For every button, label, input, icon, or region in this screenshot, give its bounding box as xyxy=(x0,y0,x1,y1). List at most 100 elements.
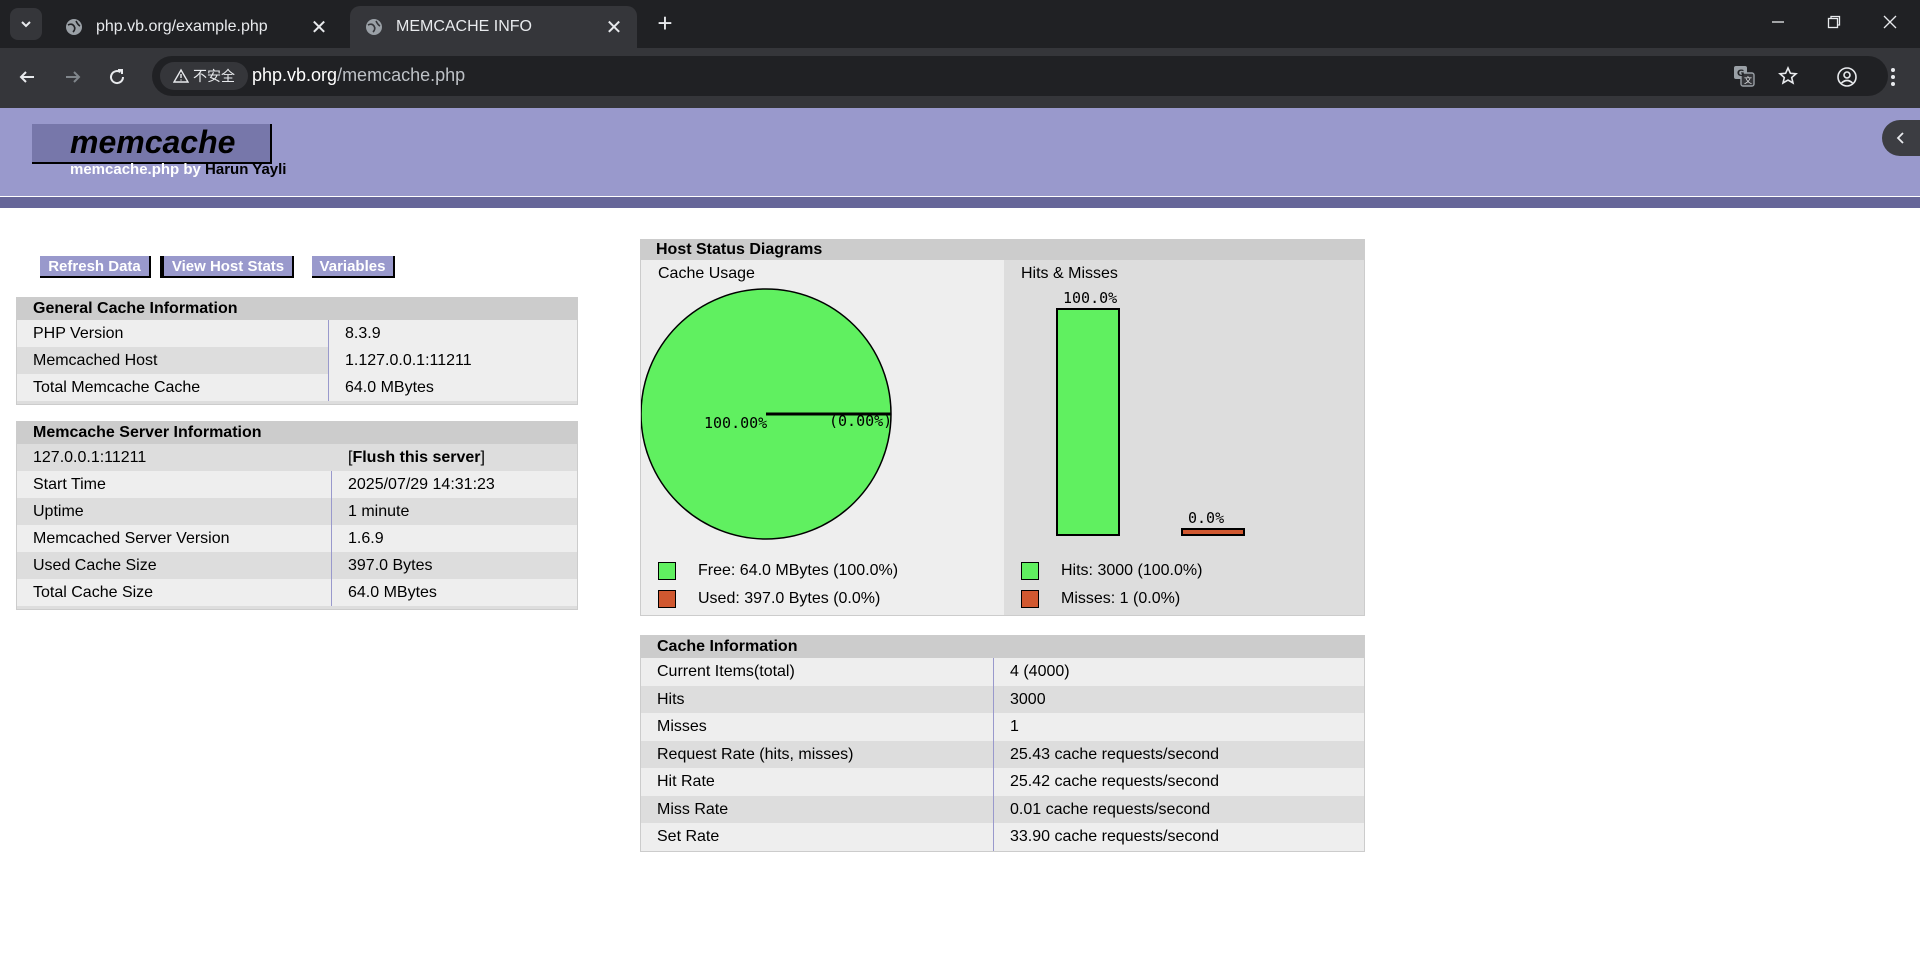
server-host: 127.0.0.1:11211 xyxy=(33,449,147,466)
table-row: Used Cache Size 397.0 Bytes xyxy=(17,552,577,579)
tab-example[interactable]: php.vb.org/example.php ✕ xyxy=(50,6,342,48)
general-cache-info: General Cache Information PHP Version 8.… xyxy=(16,297,578,405)
byline: memcache.php by Harun Yayli xyxy=(70,161,286,178)
new-tab-button[interactable]: + xyxy=(651,10,679,38)
close-window-button[interactable] xyxy=(1862,0,1918,44)
close-icon[interactable]: ✕ xyxy=(308,16,330,39)
row-value: 8.3.9 xyxy=(345,325,381,342)
cache-info-title: Cache Information xyxy=(641,636,1364,658)
diagrams-title: Host Status Diagrams xyxy=(641,240,1364,260)
row-value: 1 minute xyxy=(348,503,410,520)
security-indicator[interactable]: 不安全 xyxy=(160,62,248,90)
close-icon[interactable]: ✕ xyxy=(603,16,625,39)
flush-server-link[interactable]: Flush this server xyxy=(352,449,480,466)
table-row: Total Memcache Cache 64.0 MBytes xyxy=(17,374,577,401)
row-label: Request Rate (hits, misses) xyxy=(641,740,994,768)
globe-icon xyxy=(366,19,382,35)
url-text: php.vb.org/memcache.php xyxy=(252,65,465,86)
tab-title: MEMCACHE INFO xyxy=(396,18,532,35)
address-bar[interactable]: 不安全 php.vb.org/memcache.php G文 xyxy=(152,56,1888,96)
row-label: Memcached Host xyxy=(17,347,329,374)
page-header: memcache memcache.php by Harun Yayli xyxy=(0,108,1920,197)
row-label: Set Rate xyxy=(641,823,994,851)
restore-button[interactable] xyxy=(1806,0,1862,44)
table-row: Miss Rate 0.01 cache requests/second xyxy=(641,795,1364,823)
minimize-icon xyxy=(1772,21,1784,23)
legend-swatch-free xyxy=(658,562,676,580)
logo-text: memcache xyxy=(70,124,236,160)
bar-value-label: 100.0% xyxy=(1063,289,1117,307)
hits-misses-title: Hits & Misses xyxy=(1021,265,1118,282)
legend-used-label: Used: 397.0 Bytes (0.0%) xyxy=(698,590,881,607)
variables-button[interactable]: Variables xyxy=(312,256,395,278)
cache-usage-panel: Cache Usage 100.00% (0.00%) Free: 64.0 MB… xyxy=(641,260,1004,615)
header-divider xyxy=(0,197,1920,208)
table-row: Uptime 1 minute xyxy=(17,498,577,525)
legend-swatch-hits xyxy=(1021,562,1039,580)
tab-memcache-info[interactable]: MEMCACHE INFO ✕ xyxy=(350,6,637,48)
legend-misses-label: Misses: 1 (0.0%) xyxy=(1061,590,1181,607)
chevron-down-icon xyxy=(21,21,31,28)
bookmark-button[interactable] xyxy=(1774,62,1802,90)
row-value: 397.0 Bytes xyxy=(348,557,433,574)
pie-label: 100.00% xyxy=(704,414,767,432)
side-panel-toggle[interactable] xyxy=(1882,120,1920,156)
refresh-data-button[interactable]: Refresh Data xyxy=(40,256,151,278)
table-row: Start Time 2025/07/29 14:31:23 xyxy=(17,471,577,498)
row-value: 0.01 cache requests/second xyxy=(1010,800,1211,818)
table-row: Total Cache Size 64.0 MBytes xyxy=(17,579,577,606)
row-label: Start Time xyxy=(17,471,332,498)
url-domain: php.vb.org xyxy=(252,65,338,85)
arrow-left-icon xyxy=(19,71,34,83)
row-label: Current Items(total) xyxy=(641,658,994,686)
logo: memcache xyxy=(32,124,272,164)
row-label: Hits xyxy=(641,685,994,713)
profile-button[interactable] xyxy=(1830,60,1864,94)
row-label: Used Cache Size xyxy=(17,552,332,579)
back-button[interactable] xyxy=(12,62,42,92)
account-icon xyxy=(1837,67,1857,87)
row-label: Misses xyxy=(641,713,994,741)
chevron-left-icon xyxy=(1896,132,1904,144)
table-row: Current Items(total) 4 (4000) xyxy=(641,658,1364,686)
forward-button[interactable] xyxy=(58,62,88,92)
byline-script: memcache.php by xyxy=(70,161,206,178)
row-value: 1 xyxy=(1010,718,1019,735)
row-value: 1.6.9 xyxy=(348,530,384,547)
reload-icon xyxy=(110,69,125,85)
tab-bar: php.vb.org/example.php ✕ MEMCACHE INFO ✕… xyxy=(0,0,1920,48)
row-value: 2025/07/29 14:31:23 xyxy=(348,476,495,493)
menu-button[interactable] xyxy=(1876,60,1910,94)
minimize-button[interactable] xyxy=(1750,0,1806,44)
row-label: Memcached Server Version xyxy=(17,525,332,552)
row-value: 1.127.0.0.1:11211 xyxy=(329,347,577,374)
translate-button[interactable]: G文 xyxy=(1730,62,1758,90)
row-value: 64.0 MBytes xyxy=(348,584,437,601)
warning-icon xyxy=(173,68,189,83)
row-label: Total Cache Size xyxy=(17,579,332,606)
row-value: 3000 xyxy=(1010,690,1046,708)
legend-used: Used: 397.0 Bytes (0.0%) xyxy=(658,588,880,610)
hits-misses-panel: Hits & Misses 100.0% 0.0% Hits: 3000 (100… xyxy=(1004,260,1364,615)
legend-misses: Misses: 1 (0.0%) xyxy=(1021,588,1180,610)
svg-text:文: 文 xyxy=(1744,75,1752,85)
table-row: Set Rate 33.90 cache requests/second xyxy=(641,823,1364,851)
hits-misses-bar-chart: 100.0% 0.0% xyxy=(1056,289,1245,536)
host-status-diagrams: Host Status Diagrams Cache Usage 100.00%… xyxy=(640,239,1365,616)
row-label: Miss Rate xyxy=(641,795,994,823)
table-row: Hit Rate 25.42 cache requests/second xyxy=(641,768,1364,796)
row-value: 25.43 cache requests/second xyxy=(1010,745,1220,763)
flush-server: [Flush this server] xyxy=(348,449,485,466)
legend-swatch-used xyxy=(658,590,676,608)
server-info-title: Memcache Server Information xyxy=(17,422,577,444)
reload-button[interactable] xyxy=(102,62,132,92)
tab-search-button[interactable] xyxy=(10,8,42,40)
legend-hits-label: Hits: 3000 (100.0%) xyxy=(1061,562,1203,579)
view-host-stats-button[interactable]: View Host Stats xyxy=(160,256,294,278)
row-value: 33.90 cache requests/second xyxy=(1010,828,1220,845)
row-label: Hit Rate xyxy=(641,768,994,796)
legend-free: Free: 64.0 MBytes (100.0%) xyxy=(658,560,898,582)
table-row: Memcached Server Version 1.6.9 xyxy=(17,525,577,552)
tab-title: php.vb.org/example.php xyxy=(96,18,268,35)
bar xyxy=(1181,528,1245,536)
